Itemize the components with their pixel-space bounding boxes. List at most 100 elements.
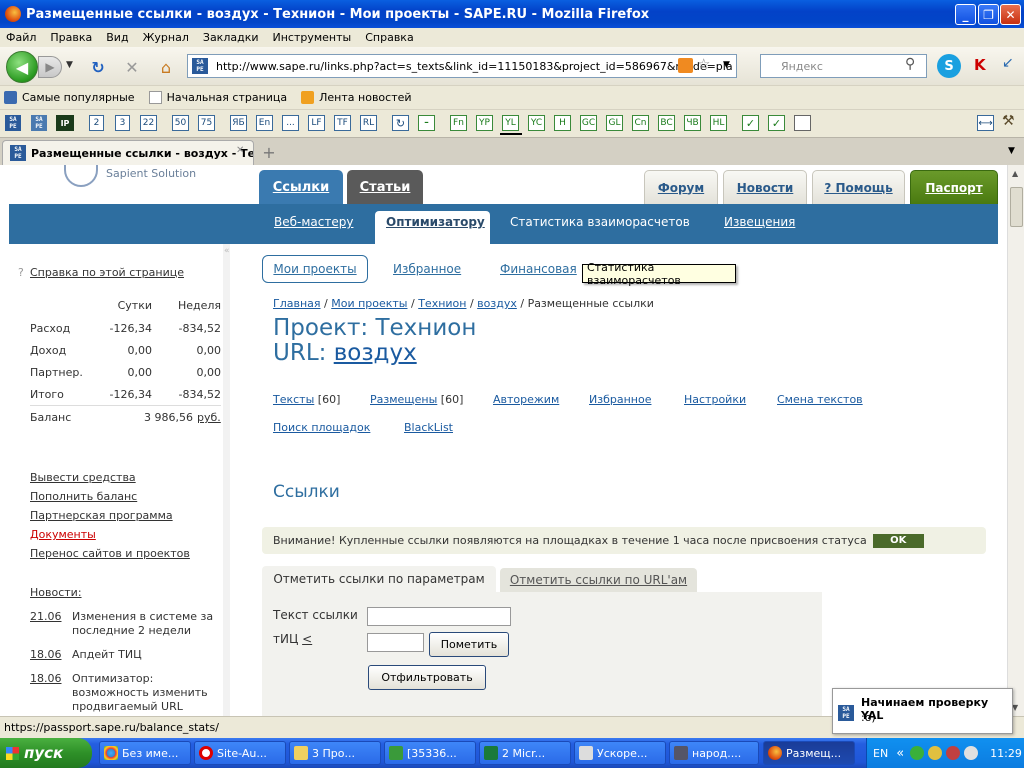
- toolbar-btn-3[interactable]: 3: [115, 115, 130, 131]
- subnav-notifications[interactable]: Извещения: [724, 215, 795, 229]
- crumb-project[interactable]: Технион: [418, 297, 466, 310]
- sape-logo-icon[interactable]: SA PE: [5, 115, 21, 131]
- crumb-my-projects[interactable]: Мои проекты: [331, 297, 407, 310]
- notification-popup[interactable]: SA PE Начинаем проверку YAL :o): [832, 688, 1013, 734]
- url-value-link[interactable]: воздух: [334, 340, 417, 366]
- menu-bookmarks[interactable]: Закладки: [203, 31, 259, 44]
- toolbar-btn-more[interactable]: ...: [282, 115, 299, 131]
- bookmark-popular[interactable]: Самые популярные: [4, 91, 135, 104]
- pill-favorites[interactable]: Избранное: [393, 262, 461, 276]
- forward-button[interactable]: ▶: [38, 56, 62, 78]
- text-link-input[interactable]: [367, 607, 511, 626]
- menu-view[interactable]: Вид: [106, 31, 128, 44]
- toolbar-btn-75[interactable]: 75: [198, 115, 215, 131]
- task-accelerator[interactable]: Ускоре...: [574, 741, 666, 765]
- tray-app-icon[interactable]: [910, 746, 925, 760]
- tab-close-icon[interactable]: ✕: [236, 145, 244, 156]
- filter-tab-params[interactable]: Отметить ссылки по параметрам: [262, 566, 496, 592]
- close-button[interactable]: ✕: [1000, 4, 1021, 25]
- news-title-link[interactable]: Новости:: [30, 586, 82, 599]
- checkbox-checked-icon[interactable]: ✓: [742, 115, 759, 131]
- skype-icon[interactable]: S: [937, 54, 961, 78]
- sidebar-collapse-strip[interactable]: [223, 244, 230, 716]
- tray-app-icon[interactable]: [964, 746, 979, 760]
- kaspersky-icon[interactable]: K: [974, 56, 986, 74]
- task-excel[interactable]: 2 Micr...: [479, 741, 571, 765]
- withdraw-link[interactable]: Вывести средства: [30, 471, 136, 484]
- toolbar-btn-cn[interactable]: Cn: [632, 115, 649, 131]
- toolbar-btn-en[interactable]: En: [256, 115, 273, 131]
- mark-button[interactable]: Пометить: [429, 632, 509, 657]
- pill-financial[interactable]: Финансовая: [500, 262, 577, 276]
- bookmark-news-feed[interactable]: Лента новостей: [301, 91, 412, 104]
- tab-list-dropdown-icon[interactable]: ▼: [1008, 146, 1015, 156]
- partner-program-link[interactable]: Партнерская программа: [30, 509, 173, 522]
- pill-my-projects[interactable]: Мои проекты: [262, 255, 368, 283]
- documents-link[interactable]: Документы: [30, 528, 96, 541]
- toolbar-btn-chv[interactable]: ЧВ: [684, 115, 701, 131]
- minus-icon[interactable]: –: [418, 115, 435, 131]
- url-bar[interactable]: SA PE http://www.sape.ru/links.php?act=s_…: [187, 54, 737, 78]
- action-automode[interactable]: Авторежим: [493, 393, 559, 406]
- toolbar-btn-yc[interactable]: YC: [528, 115, 545, 131]
- action-find-sites[interactable]: Поиск площадок: [273, 421, 370, 434]
- toolbar-btn-yl[interactable]: YL: [502, 115, 519, 131]
- menu-file[interactable]: Файл: [6, 31, 36, 44]
- toolbar-btn-yab[interactable]: ЯБ: [230, 115, 247, 131]
- tab-news[interactable]: Новости: [723, 170, 807, 204]
- news-date-1[interactable]: 21.06: [30, 610, 62, 623]
- topup-link[interactable]: Пополнить баланс: [30, 490, 137, 503]
- toolbar-btn-22[interactable]: 22: [140, 115, 157, 131]
- url-dropdown-icon[interactable]: ▼: [723, 60, 730, 70]
- expand-arrows-icon[interactable]: ⟷: [977, 115, 994, 131]
- star-bookmark-icon[interactable]: ☆: [697, 55, 710, 73]
- toolbar-btn-bc[interactable]: BC: [658, 115, 675, 131]
- news-date-3[interactable]: 18.06: [30, 672, 62, 685]
- download-arrow-icon[interactable]: ↙: [1002, 55, 1014, 71]
- tray-app-icon[interactable]: [946, 746, 961, 760]
- tic-input[interactable]: [367, 633, 424, 652]
- tray-app-icon[interactable]: [928, 746, 943, 760]
- action-change-texts[interactable]: Смена текстов: [777, 393, 863, 406]
- task-calculator[interactable]: [35336...: [384, 741, 476, 765]
- checkbox-empty-icon[interactable]: [794, 115, 811, 131]
- toolbar-btn-yp[interactable]: YP: [476, 115, 493, 131]
- task-explorer[interactable]: 3 Про...: [289, 741, 381, 765]
- crumb-url[interactable]: воздух: [477, 297, 517, 310]
- search-input[interactable]: Яндекс: [760, 54, 927, 78]
- action-placed[interactable]: Размещены [60]: [370, 393, 463, 406]
- start-button[interactable]: пуск: [0, 738, 92, 768]
- tab-forum[interactable]: Форум: [644, 170, 718, 204]
- task-firefox[interactable]: Размещ...: [763, 741, 855, 765]
- language-indicator[interactable]: EN: [873, 747, 888, 760]
- tab-passport[interactable]: Паспорт: [910, 170, 998, 204]
- toolbar-btn-hl[interactable]: HL: [710, 115, 727, 131]
- scroll-thumb[interactable]: [1010, 187, 1023, 227]
- menu-tools[interactable]: Инструменты: [273, 31, 352, 44]
- tray-arrow-icon[interactable]: «: [896, 746, 904, 761]
- menu-history[interactable]: Журнал: [143, 31, 189, 44]
- action-favorites[interactable]: Избранное: [589, 393, 651, 406]
- back-button[interactable]: ◀: [6, 51, 38, 83]
- subnav-webmaster[interactable]: Веб-мастеру: [274, 215, 353, 229]
- toolbar-btn-2[interactable]: 2: [89, 115, 104, 131]
- refresh-check-icon[interactable]: ↻: [392, 115, 409, 131]
- toolbar-btn-50[interactable]: 50: [172, 115, 189, 131]
- hammer-icon[interactable]: ⚒: [1002, 113, 1015, 129]
- action-blacklist[interactable]: BlackList: [404, 421, 453, 434]
- toolbar-btn-fn[interactable]: Fn: [450, 115, 467, 131]
- bookmark-start-page[interactable]: Начальная страница: [148, 91, 287, 104]
- toolbar-btn-gl[interactable]: GL: [606, 115, 623, 131]
- action-texts[interactable]: Тексты [60]: [273, 393, 340, 406]
- pr-icon[interactable]: IP: [56, 115, 74, 131]
- balance-currency-link[interactable]: руб.: [197, 411, 221, 424]
- toolbar-btn-gc[interactable]: GC: [580, 115, 597, 131]
- reload-icon[interactable]: ↻: [87, 56, 109, 78]
- menu-edit[interactable]: Правка: [50, 31, 92, 44]
- menu-help[interactable]: Справка: [365, 31, 413, 44]
- toolbar-btn-h[interactable]: H: [554, 115, 571, 131]
- task-chrome[interactable]: Без име...: [99, 741, 191, 765]
- scroll-up-icon[interactable]: ▲: [1012, 169, 1018, 178]
- toolbar-btn-lf[interactable]: LF: [308, 115, 325, 131]
- toolbar-btn-tf[interactable]: TF: [334, 115, 351, 131]
